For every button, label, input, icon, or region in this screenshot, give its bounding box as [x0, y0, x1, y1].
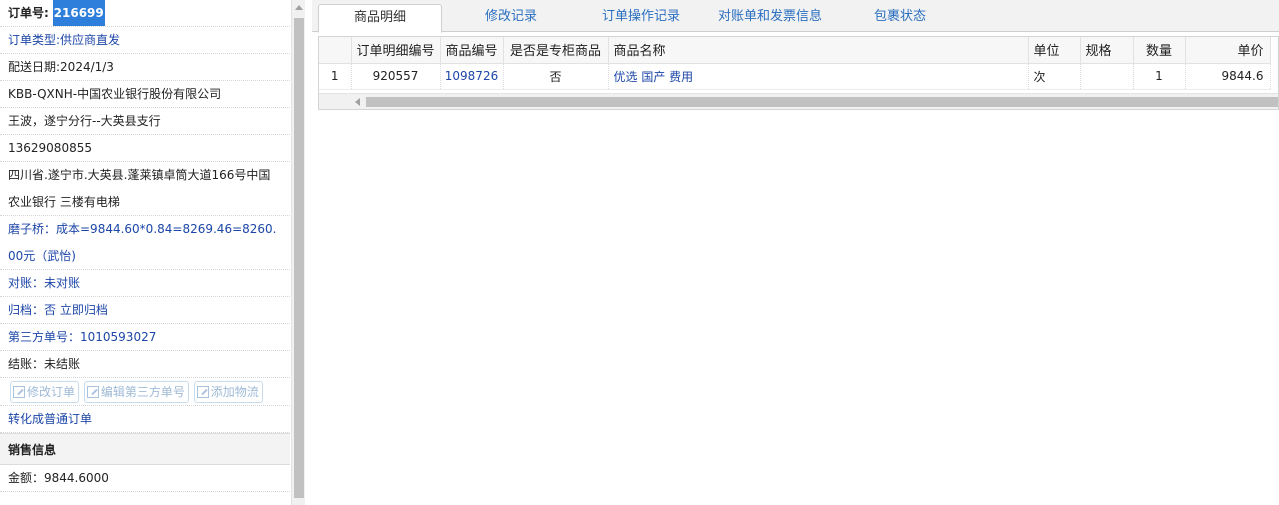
add-logistics-button[interactable]: 添加物流	[193, 381, 263, 403]
address: 四川省.遂宁市.大英县.蓬莱镇卓筒大道166号中国农业银行 三楼有电梯	[0, 162, 290, 216]
col-detail-id[interactable]: 订单明细编号	[351, 37, 441, 64]
cost-note: 磨子桥：成本=9844.60*0.84=8269.46=8260.00元（武怡)	[0, 216, 290, 270]
product-grid: 订单明细编号 商品编号 是否是专柜商品 商品名称 单位 规格 数量 单价 1 9…	[318, 36, 1279, 110]
tab-order-operation-log[interactable]: 订单操作记录	[582, 4, 700, 32]
order-type: 订单类型:供应商直发	[0, 27, 290, 54]
sales-info-header: 销售信息	[0, 433, 290, 465]
archive-status[interactable]: 归档：否 立即归档	[0, 297, 290, 324]
table-header-row: 订单明细编号 商品编号 是否是专柜商品 商品名称 单位 规格 数量 单价	[319, 37, 1271, 64]
col-unit[interactable]: 单位	[1028, 37, 1081, 64]
is-counter-value: 否	[503, 63, 609, 90]
amount: 金额：9844.6000	[0, 465, 290, 492]
col-product-id[interactable]: 商品编号	[440, 37, 504, 64]
col-quantity[interactable]: 数量	[1133, 37, 1186, 64]
col-is-counter[interactable]: 是否是专柜商品	[503, 37, 609, 64]
action-buttons: 修改订单 编辑第三方单号 添加物流	[0, 378, 290, 406]
unit-value: 次	[1028, 63, 1081, 90]
order-no-label: 订单号:	[8, 6, 49, 20]
third-party-order-no: 第三方单号：1010593027	[0, 324, 290, 351]
detail-id: 920557	[351, 63, 441, 90]
reconcile-status: 对账：未对账	[0, 270, 290, 297]
order-no-row: 订单号: 216699	[0, 0, 290, 27]
spec-value	[1080, 63, 1134, 90]
order-info-panel: 订单号: 216699 订单类型:供应商直发 配送日期:2024/1/3 KBB…	[0, 0, 305, 505]
tab-bar: 商品明细 修改记录 订单操作记录 对账单和发票信息 包裹状态	[312, 0, 1279, 33]
company-name: KBB-QXNH-中国农业银行股份有限公司	[0, 81, 290, 108]
product-name-link[interactable]: 优选 国产 费用	[608, 63, 1029, 90]
col-index	[319, 37, 352, 64]
grid-scrollbar-thumb[interactable]	[366, 97, 1278, 107]
product-id-link[interactable]: 1098726	[440, 63, 504, 90]
col-unit-price[interactable]: 单价	[1185, 37, 1271, 64]
order-no-value[interactable]: 216699	[52, 0, 105, 26]
phone-number: 13629080855	[0, 135, 290, 162]
col-product-name[interactable]: 商品名称	[608, 37, 1029, 64]
left-panel-scrollbar[interactable]	[291, 0, 305, 505]
table-row[interactable]: 1 920557 1098726 否 优选 国产 费用 次 1 9844.6	[319, 63, 1271, 90]
unit-price-value: 9844.6	[1185, 63, 1271, 90]
scrollbar-thumb[interactable]	[294, 18, 304, 498]
scroll-up-arrow-icon[interactable]	[295, 5, 303, 10]
settlement-status: 结账：未结账	[0, 351, 290, 378]
tab-product-details[interactable]: 商品明细	[318, 4, 442, 33]
delivery-date: 配送日期:2024/1/3	[0, 54, 290, 81]
scroll-left-arrow-icon[interactable]	[355, 98, 360, 106]
quantity-value: 1	[1133, 63, 1186, 90]
order-info-content: 订单号: 216699 订单类型:供应商直发 配送日期:2024/1/3 KBB…	[0, 0, 290, 505]
grid-horizontal-scrollbar[interactable]	[319, 93, 1278, 109]
tab-change-log[interactable]: 修改记录	[452, 4, 570, 32]
tab-statement-invoice[interactable]: 对账单和发票信息	[708, 4, 832, 32]
row-index: 1	[319, 63, 352, 90]
contact-name: 王波，遂宁分行--大英县支行	[0, 108, 290, 135]
detail-panel: 商品明细 修改记录 订单操作记录 对账单和发票信息 包裹状态 订单明细编号 商品…	[312, 0, 1279, 505]
edit-order-button[interactable]: 修改订单	[10, 381, 80, 403]
convert-to-normal-order-link[interactable]: 转化成普通订单	[0, 406, 290, 433]
edit-third-party-no-button[interactable]: 编辑第三方单号	[83, 381, 189, 403]
tab-package-status[interactable]: 包裹状态	[840, 4, 960, 32]
product-table: 订单明细编号 商品编号 是否是专柜商品 商品名称 单位 规格 数量 单价 1 9…	[319, 37, 1271, 90]
edit-icon	[86, 386, 99, 398]
edit-icon	[13, 386, 25, 398]
edit-icon	[196, 386, 209, 398]
col-spec[interactable]: 规格	[1080, 37, 1134, 64]
